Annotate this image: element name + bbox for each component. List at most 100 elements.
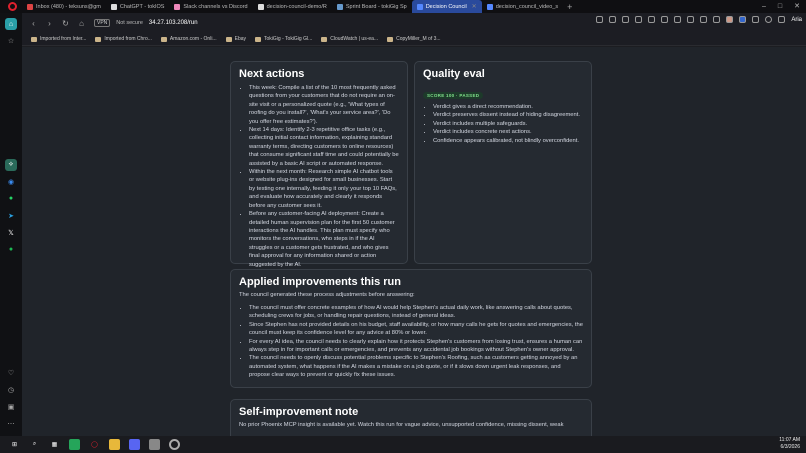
list-item: Verdict gives a direct recommendation. — [433, 103, 583, 111]
more-icon[interactable]: ⋯ — [5, 418, 17, 430]
bookmark-item[interactable]: Ebay — [225, 36, 247, 42]
bookmark-label: Amazon.com - Onli... — [169, 36, 217, 42]
discord-icon[interactable] — [129, 439, 140, 450]
telegram-icon[interactable]: ➤ — [5, 210, 17, 222]
new-tab-icon[interactable]: + — [567, 2, 572, 12]
vpn-badge[interactable]: VPN — [94, 19, 111, 27]
list-item: This week: Compile a list of the 10 most… — [249, 84, 399, 126]
wallet-icon[interactable]: ▣ — [5, 401, 17, 413]
opera-logo-icon[interactable] — [8, 2, 17, 11]
tab-favicon-icon — [416, 3, 423, 10]
not-secure-label[interactable]: Not secure — [116, 20, 143, 26]
next-actions-card: Next actions This week: Compile a list o… — [230, 61, 408, 268]
history-icon[interactable]: ◷ — [5, 384, 17, 396]
browser-tab[interactable]: Inbox (480) - teksuns@gm — [22, 0, 106, 13]
messenger-icon[interactable]: ◉ — [5, 176, 17, 188]
browser-tab[interactable]: decision-council-demo/R — [253, 0, 332, 13]
browser-tab[interactable]: ChatGPT - tokIOS — [106, 0, 170, 13]
tab-label: Slack channels vs Discord — [183, 3, 248, 10]
taskbar-clock[interactable]: 11:07 AM 6/3/2026 — [779, 437, 800, 451]
clock-time: 11:07 AM — [779, 437, 800, 443]
quality-eval-title: Quality eval — [423, 68, 485, 80]
tab-label: Inbox (480) - teksuns@gm — [36, 3, 101, 10]
bookmark-item[interactable]: Imported from Inter... — [31, 36, 86, 42]
bookmarks-bar: Imported from Inter... Imported from Chro… — [22, 33, 806, 46]
browser-tab[interactable]: Slack channels vs Discord — [169, 0, 252, 13]
snapshot-icon[interactable] — [687, 16, 695, 23]
browser-tab[interactable]: Decision Council ✕ — [411, 0, 482, 13]
whatsapp-icon[interactable] — [69, 439, 80, 450]
bookmark-item[interactable]: CloudWatch | us-ea... — [321, 36, 378, 42]
page-content: Next actions This week: Compile a list o… — [22, 47, 806, 436]
list-item: The council must offer concrete examples… — [249, 304, 583, 321]
bookmark-item[interactable]: Imported from Chro... — [95, 36, 152, 42]
file-explorer-icon[interactable] — [109, 439, 120, 450]
applied-improvements-list: The council must offer concrete examples… — [239, 304, 583, 380]
whatsapp-icon[interactable]: ● — [5, 193, 17, 205]
chrome-icon[interactable] — [169, 439, 180, 450]
ai-app-icon[interactable]: ⟡ — [5, 158, 17, 171]
close-tab-icon[interactable]: ✕ — [472, 3, 477, 10]
heart-icon[interactable]: ♡ — [5, 367, 17, 379]
home-icon[interactable]: ⌂ — [77, 19, 86, 28]
home-speed-dial-icon[interactable]: ⌂ — [5, 18, 17, 30]
search-icon[interactable] — [596, 16, 604, 23]
pin-icon[interactable] — [648, 16, 656, 23]
bookmark-item[interactable]: Amazon.com - Onli... — [160, 36, 217, 42]
self-improvement-text: No prior Phoenix MCP insight is availabl… — [239, 422, 564, 428]
app-icon[interactable] — [149, 439, 160, 450]
list-item: Before any customer-facing AI deployment… — [249, 210, 399, 269]
browser-sidebar: ⌂ ☆ ⟡ ◉ ● ➤ 𝕏 ● ♡ ◷ ▣ ⋯ — [0, 13, 22, 436]
browser-tab[interactable]: Sprint Board - tokiGig Sp — [332, 0, 412, 13]
zoom-icon[interactable] — [635, 16, 643, 23]
aria-ai-button[interactable]: Aria — [791, 17, 802, 23]
star-icon[interactable]: ☆ — [5, 35, 17, 47]
opera-icon[interactable]: ◯ — [89, 439, 100, 450]
x-icon[interactable]: 𝕏 — [5, 227, 17, 239]
next-actions-list: This week: Compile a list of the 10 most… — [239, 84, 399, 269]
maximize-icon[interactable]: □ — [778, 0, 782, 13]
browser-tab[interactable]: decision_council_video_s — [482, 0, 563, 13]
self-improvement-title: Self-improvement note — [239, 406, 359, 418]
menu-icon[interactable] — [713, 16, 721, 23]
download-icon[interactable] — [700, 16, 708, 23]
list-item: Verdict preserves dissent instead of hid… — [433, 111, 583, 119]
tab-favicon-icon — [174, 3, 181, 10]
folder-icon — [225, 36, 232, 42]
windows-start-icon[interactable]: ⊞ — [9, 439, 20, 450]
shield-icon[interactable] — [739, 16, 747, 23]
folder-icon — [255, 36, 262, 42]
bookmark-label: Ebay — [234, 36, 247, 42]
score-badge: SCORE 100 · PASSED — [423, 92, 484, 99]
back-icon[interactable]: ‹ — [29, 19, 38, 28]
address-bar: ‹ › ↻ ⌂ VPN Not secure 34.27.103.208/run… — [22, 13, 806, 33]
applied-improvements-card: Applied improvements this run The counci… — [230, 269, 592, 388]
bookmark-item[interactable]: CopyMiller_M of 3... — [387, 36, 441, 42]
close-window-icon[interactable]: ✕ — [794, 0, 800, 13]
search-icon[interactable]: ⌕ — [29, 439, 40, 450]
list-item: The council needs to openly discuss pote… — [249, 354, 583, 379]
puzzle-icon[interactable] — [778, 16, 786, 23]
spotify-icon[interactable]: ● — [5, 244, 17, 256]
next-actions-title: Next actions — [239, 68, 305, 80]
minimize-icon[interactable]: – — [762, 0, 766, 13]
task-view-icon[interactable]: ▦ — [49, 439, 60, 450]
heart-icon[interactable] — [674, 16, 682, 23]
window-controls: – □ ✕ — [762, 0, 800, 13]
bookmark-label: TokiGig - TokiGig Gl... — [264, 36, 313, 42]
url-field[interactable]: 34.27.103.208/run — [149, 20, 198, 26]
reload-icon[interactable]: ↻ — [61, 19, 70, 28]
tab-label: decision_council_video_s — [495, 3, 559, 10]
bookmark-item[interactable]: TokiGig - TokiGig Gl... — [255, 36, 312, 42]
tab-favicon-icon — [110, 3, 117, 10]
self-improvement-card: Self-improvement note No prior Phoenix M… — [230, 399, 592, 436]
profile-icon[interactable] — [765, 16, 773, 23]
tab-favicon-icon — [336, 3, 343, 10]
list-item: Next 14 days: Identify 2-3 repetitive of… — [249, 126, 399, 168]
share-icon[interactable] — [622, 16, 630, 23]
vpn-icon[interactable] — [752, 16, 760, 23]
camera-icon[interactable] — [609, 16, 617, 23]
extension-icon[interactable] — [726, 16, 734, 23]
install-icon[interactable] — [661, 16, 669, 23]
forward-icon[interactable]: › — [45, 19, 54, 28]
